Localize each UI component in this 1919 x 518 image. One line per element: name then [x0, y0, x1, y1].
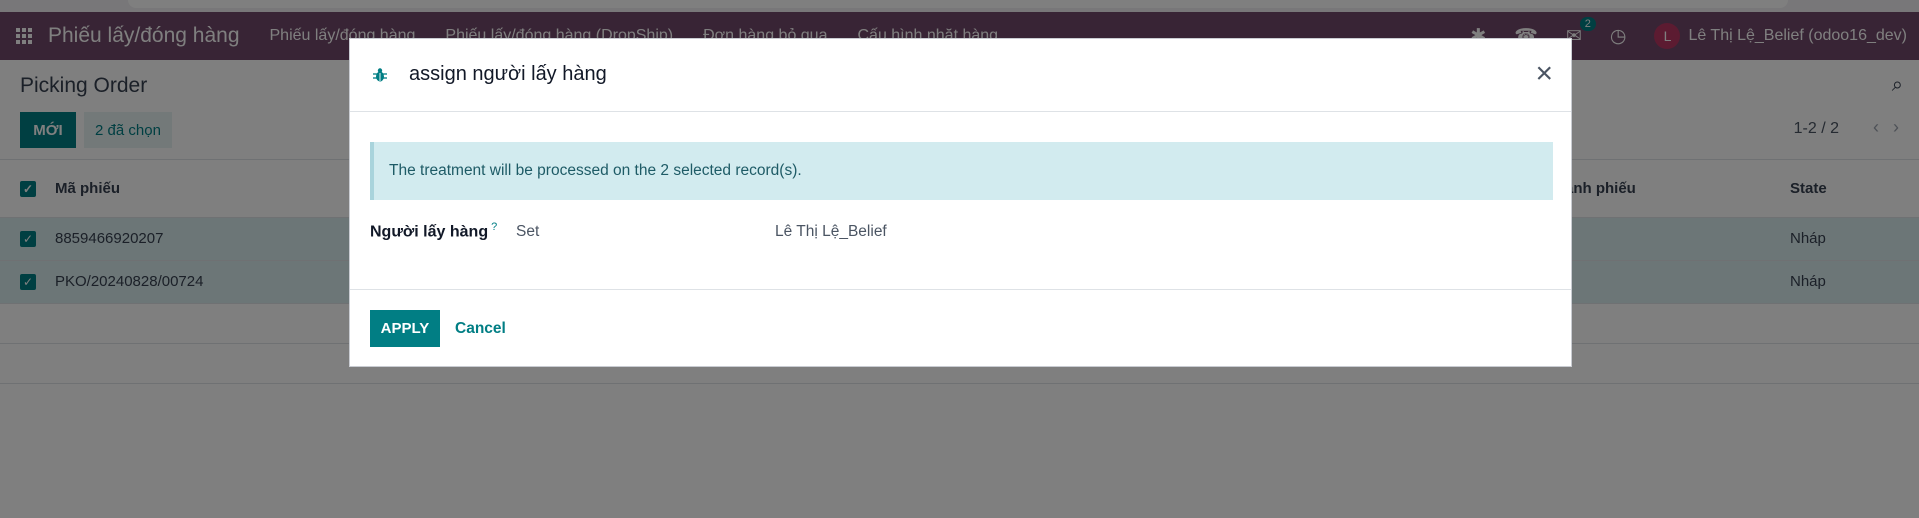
dialog-title: assign người lấy hàng	[409, 63, 607, 85]
cancel-button[interactable]: Cancel	[455, 320, 506, 338]
picker-field-label: Người lấy hàng?	[370, 221, 497, 241]
info-alert: The treatment will be processed on the 2…	[370, 142, 1553, 200]
picker-field-label-text: Người lấy hàng	[370, 223, 489, 241]
bug-icon	[373, 68, 387, 82]
picker-value-field[interactable]: Lê Thị Lệ_Belief	[775, 223, 887, 241]
operation-select[interactable]: Set	[516, 223, 539, 241]
close-icon[interactable]: ×	[1535, 59, 1553, 89]
mass-edit-dialog: assign người lấy hàng × The treatment wi…	[349, 38, 1572, 367]
dialog-footer: APPLY Cancel	[350, 290, 1571, 367]
dialog-body: The treatment will be processed on the 2…	[350, 112, 1571, 290]
apply-button[interactable]: APPLY	[370, 310, 440, 347]
dialog-header: assign người lấy hàng ×	[350, 39, 1571, 112]
help-tooltip-icon[interactable]: ?	[491, 221, 497, 233]
